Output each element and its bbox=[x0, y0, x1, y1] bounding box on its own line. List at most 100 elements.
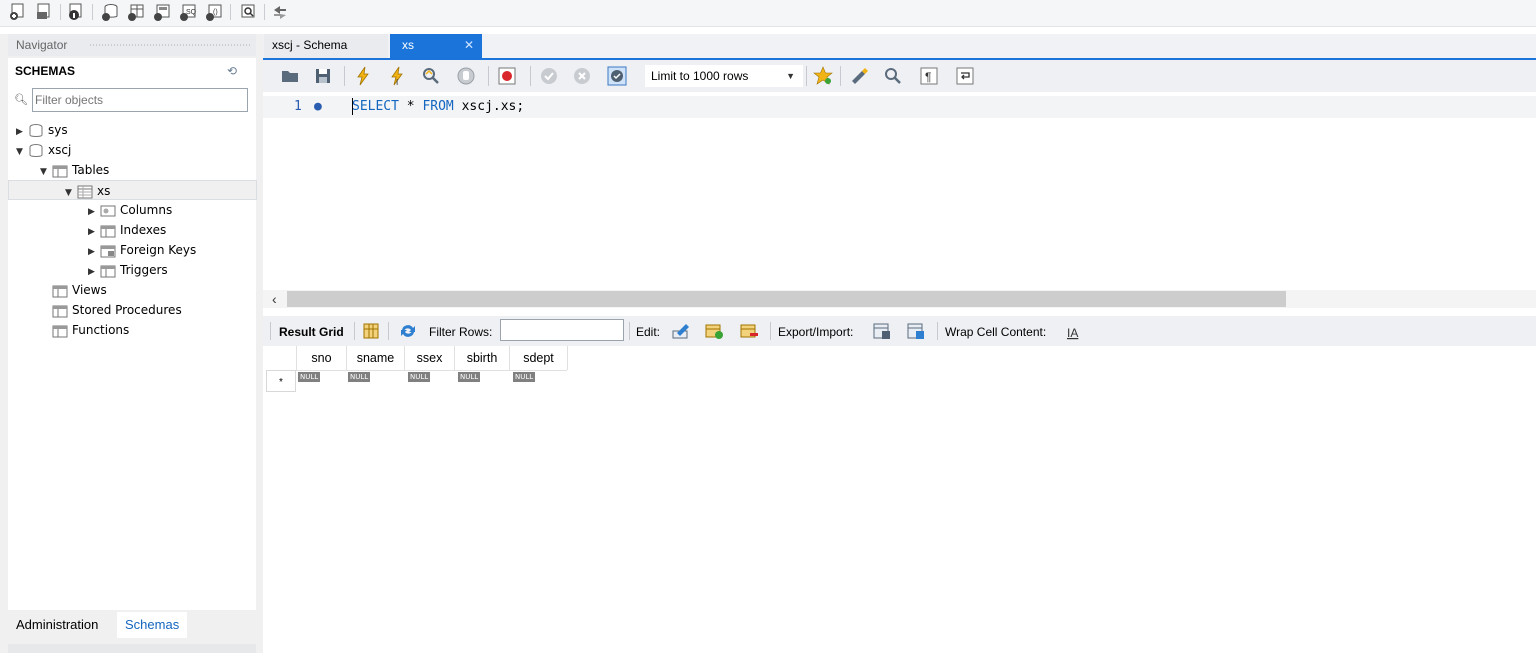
information-panel-header bbox=[8, 644, 256, 653]
commit-icon[interactable] bbox=[538, 65, 560, 87]
open-sql-file-icon[interactable] bbox=[34, 2, 54, 22]
refresh-schemas-icon[interactable]: ⟲ bbox=[227, 64, 237, 78]
execute-current-icon[interactable]: I bbox=[386, 65, 408, 87]
import-icon[interactable] bbox=[906, 321, 926, 341]
column-header-sname[interactable]: sname bbox=[347, 346, 405, 370]
folder-icon[interactable] bbox=[279, 65, 301, 87]
grid-view-icon[interactable] bbox=[361, 321, 381, 341]
line-number: 1 bbox=[294, 99, 302, 114]
limit-rows-select[interactable]: Limit to 1000 rows ▼ bbox=[645, 65, 803, 87]
tab-xscj-schema[interactable]: xscj - Schema bbox=[264, 34, 388, 58]
bookmark-icon[interactable] bbox=[812, 65, 834, 87]
tab-xs[interactable]: xs ✕ bbox=[390, 34, 482, 58]
filter-objects-input[interactable] bbox=[32, 88, 248, 112]
info-icon[interactable] bbox=[66, 2, 86, 22]
close-icon[interactable]: ✕ bbox=[464, 34, 474, 56]
sql-text-part: * bbox=[398, 99, 423, 114]
edit-label: Edit: bbox=[636, 325, 661, 339]
column-header-sno[interactable]: sno bbox=[297, 346, 347, 370]
folder-functions-icon bbox=[52, 325, 68, 337]
refresh-icon[interactable] bbox=[398, 321, 418, 341]
edit-row-icon[interactable] bbox=[671, 321, 691, 341]
execute-icon[interactable] bbox=[352, 65, 374, 87]
null-cell[interactable]: NULL bbox=[348, 372, 371, 382]
null-cell[interactable]: NULL bbox=[298, 372, 321, 382]
table-icon bbox=[77, 185, 93, 198]
text-caret bbox=[352, 98, 353, 115]
rollback-icon[interactable] bbox=[571, 65, 593, 87]
tree-item-views[interactable]: Views bbox=[52, 280, 107, 300]
create-procedure-icon[interactable]: SQ bbox=[178, 2, 198, 22]
tab-administration[interactable]: Administration bbox=[8, 612, 106, 638]
create-table-icon[interactable] bbox=[126, 2, 146, 22]
tree-item-foreign-keys[interactable]: ▶ Foreign Keys bbox=[88, 240, 196, 260]
svg-text:SQ: SQ bbox=[186, 9, 197, 16]
new-row-marker[interactable]: * bbox=[266, 370, 296, 392]
navigator-title: Navigator bbox=[16, 38, 68, 52]
sql-text-part: xscj.xs; bbox=[453, 99, 525, 114]
stop-icon[interactable] bbox=[455, 65, 477, 87]
autocommit-icon[interactable] bbox=[606, 65, 628, 87]
sql-statement[interactable]: SELECT * FROM xscj.xs; bbox=[352, 99, 524, 114]
tree-label: xs bbox=[97, 184, 111, 198]
create-view-icon[interactable] bbox=[152, 2, 172, 22]
tree-item-indexes[interactable]: ▶ Indexes bbox=[88, 220, 166, 240]
create-schema-icon[interactable] bbox=[100, 2, 120, 22]
add-row-icon[interactable] bbox=[704, 321, 724, 341]
expand-arrow-icon[interactable]: ▶ bbox=[88, 222, 100, 242]
expand-arrow-icon[interactable]: ▶ bbox=[88, 242, 100, 262]
beautify-icon[interactable] bbox=[848, 65, 870, 87]
columns-icon bbox=[100, 205, 116, 216]
scroll-left-icon[interactable]: ‹ bbox=[272, 290, 277, 308]
create-function-icon[interactable]: () bbox=[204, 2, 224, 22]
navigator-header: Navigator bbox=[8, 34, 256, 56]
find-icon[interactable] bbox=[882, 65, 904, 87]
tree-label: Indexes bbox=[120, 223, 167, 237]
delete-row-icon[interactable] bbox=[739, 321, 759, 341]
null-cell[interactable]: NULL bbox=[408, 372, 431, 382]
tree-label: Triggers bbox=[120, 263, 168, 277]
expand-arrow-icon[interactable]: ▶ bbox=[88, 262, 100, 282]
tree-item-xscj[interactable]: ▼ xscj bbox=[16, 140, 71, 160]
export-import-label: Export/Import: bbox=[778, 325, 854, 339]
explain-icon[interactable] bbox=[420, 65, 442, 87]
tree-item-functions[interactable]: Functions bbox=[52, 320, 129, 340]
reconnect-icon[interactable] bbox=[270, 2, 290, 22]
scrollbar-thumb[interactable] bbox=[287, 291, 1286, 307]
tree-item-sys[interactable]: ▶ sys bbox=[16, 120, 68, 140]
search-table-icon[interactable] bbox=[238, 2, 258, 22]
export-icon[interactable] bbox=[872, 321, 892, 341]
column-header-sbirth[interactable]: sbirth bbox=[455, 346, 510, 370]
sql-keyword: FROM bbox=[422, 99, 454, 114]
tree-label: Foreign Keys bbox=[120, 243, 197, 257]
tree-item-triggers[interactable]: ▶ Triggers bbox=[88, 260, 168, 280]
result-grid-label[interactable]: Result Grid bbox=[279, 325, 344, 339]
sql-editor[interactable] bbox=[263, 92, 1536, 290]
expand-arrow-icon[interactable]: ▶ bbox=[16, 122, 28, 142]
tab-label: xs bbox=[402, 38, 414, 52]
new-sql-tab-icon[interactable] bbox=[8, 2, 28, 22]
tree-item-stored-procedures[interactable]: Stored Procedures bbox=[52, 300, 182, 320]
null-cell[interactable]: NULL bbox=[458, 372, 481, 382]
filter-rows-input[interactable] bbox=[500, 319, 624, 341]
save-icon[interactable] bbox=[312, 65, 334, 87]
tree-item-tables[interactable]: ▼ Tables bbox=[40, 160, 109, 180]
tab-label: xscj - Schema bbox=[272, 38, 348, 52]
collapse-arrow-icon[interactable]: ▼ bbox=[16, 142, 28, 162]
limit-rows-value: Limit to 1000 rows bbox=[651, 69, 749, 83]
column-header-sdept[interactable]: sdept bbox=[510, 346, 568, 370]
null-cell[interactable]: NULL bbox=[513, 372, 536, 382]
column-header-ssex[interactable]: ssex bbox=[405, 346, 455, 370]
collapse-arrow-icon[interactable]: ▼ bbox=[40, 162, 52, 182]
svg-text:(): () bbox=[213, 9, 218, 16]
tree-item-xs[interactable]: ▼ xs bbox=[8, 180, 257, 200]
expand-arrow-icon[interactable]: ▶ bbox=[88, 202, 100, 222]
collapse-arrow-icon[interactable]: ▼ bbox=[65, 183, 77, 203]
search-icon: 🔍︎ bbox=[14, 94, 28, 106]
invisible-chars-icon[interactable]: ¶ bbox=[918, 65, 940, 87]
tree-item-columns[interactable]: ▶ Columns bbox=[88, 200, 172, 220]
tab-schemas[interactable]: Schemas bbox=[117, 612, 188, 638]
wrap-cell-icon[interactable]: IA bbox=[1064, 323, 1084, 343]
toggle-error-icon[interactable] bbox=[496, 65, 518, 87]
wrap-icon[interactable] bbox=[954, 65, 976, 87]
